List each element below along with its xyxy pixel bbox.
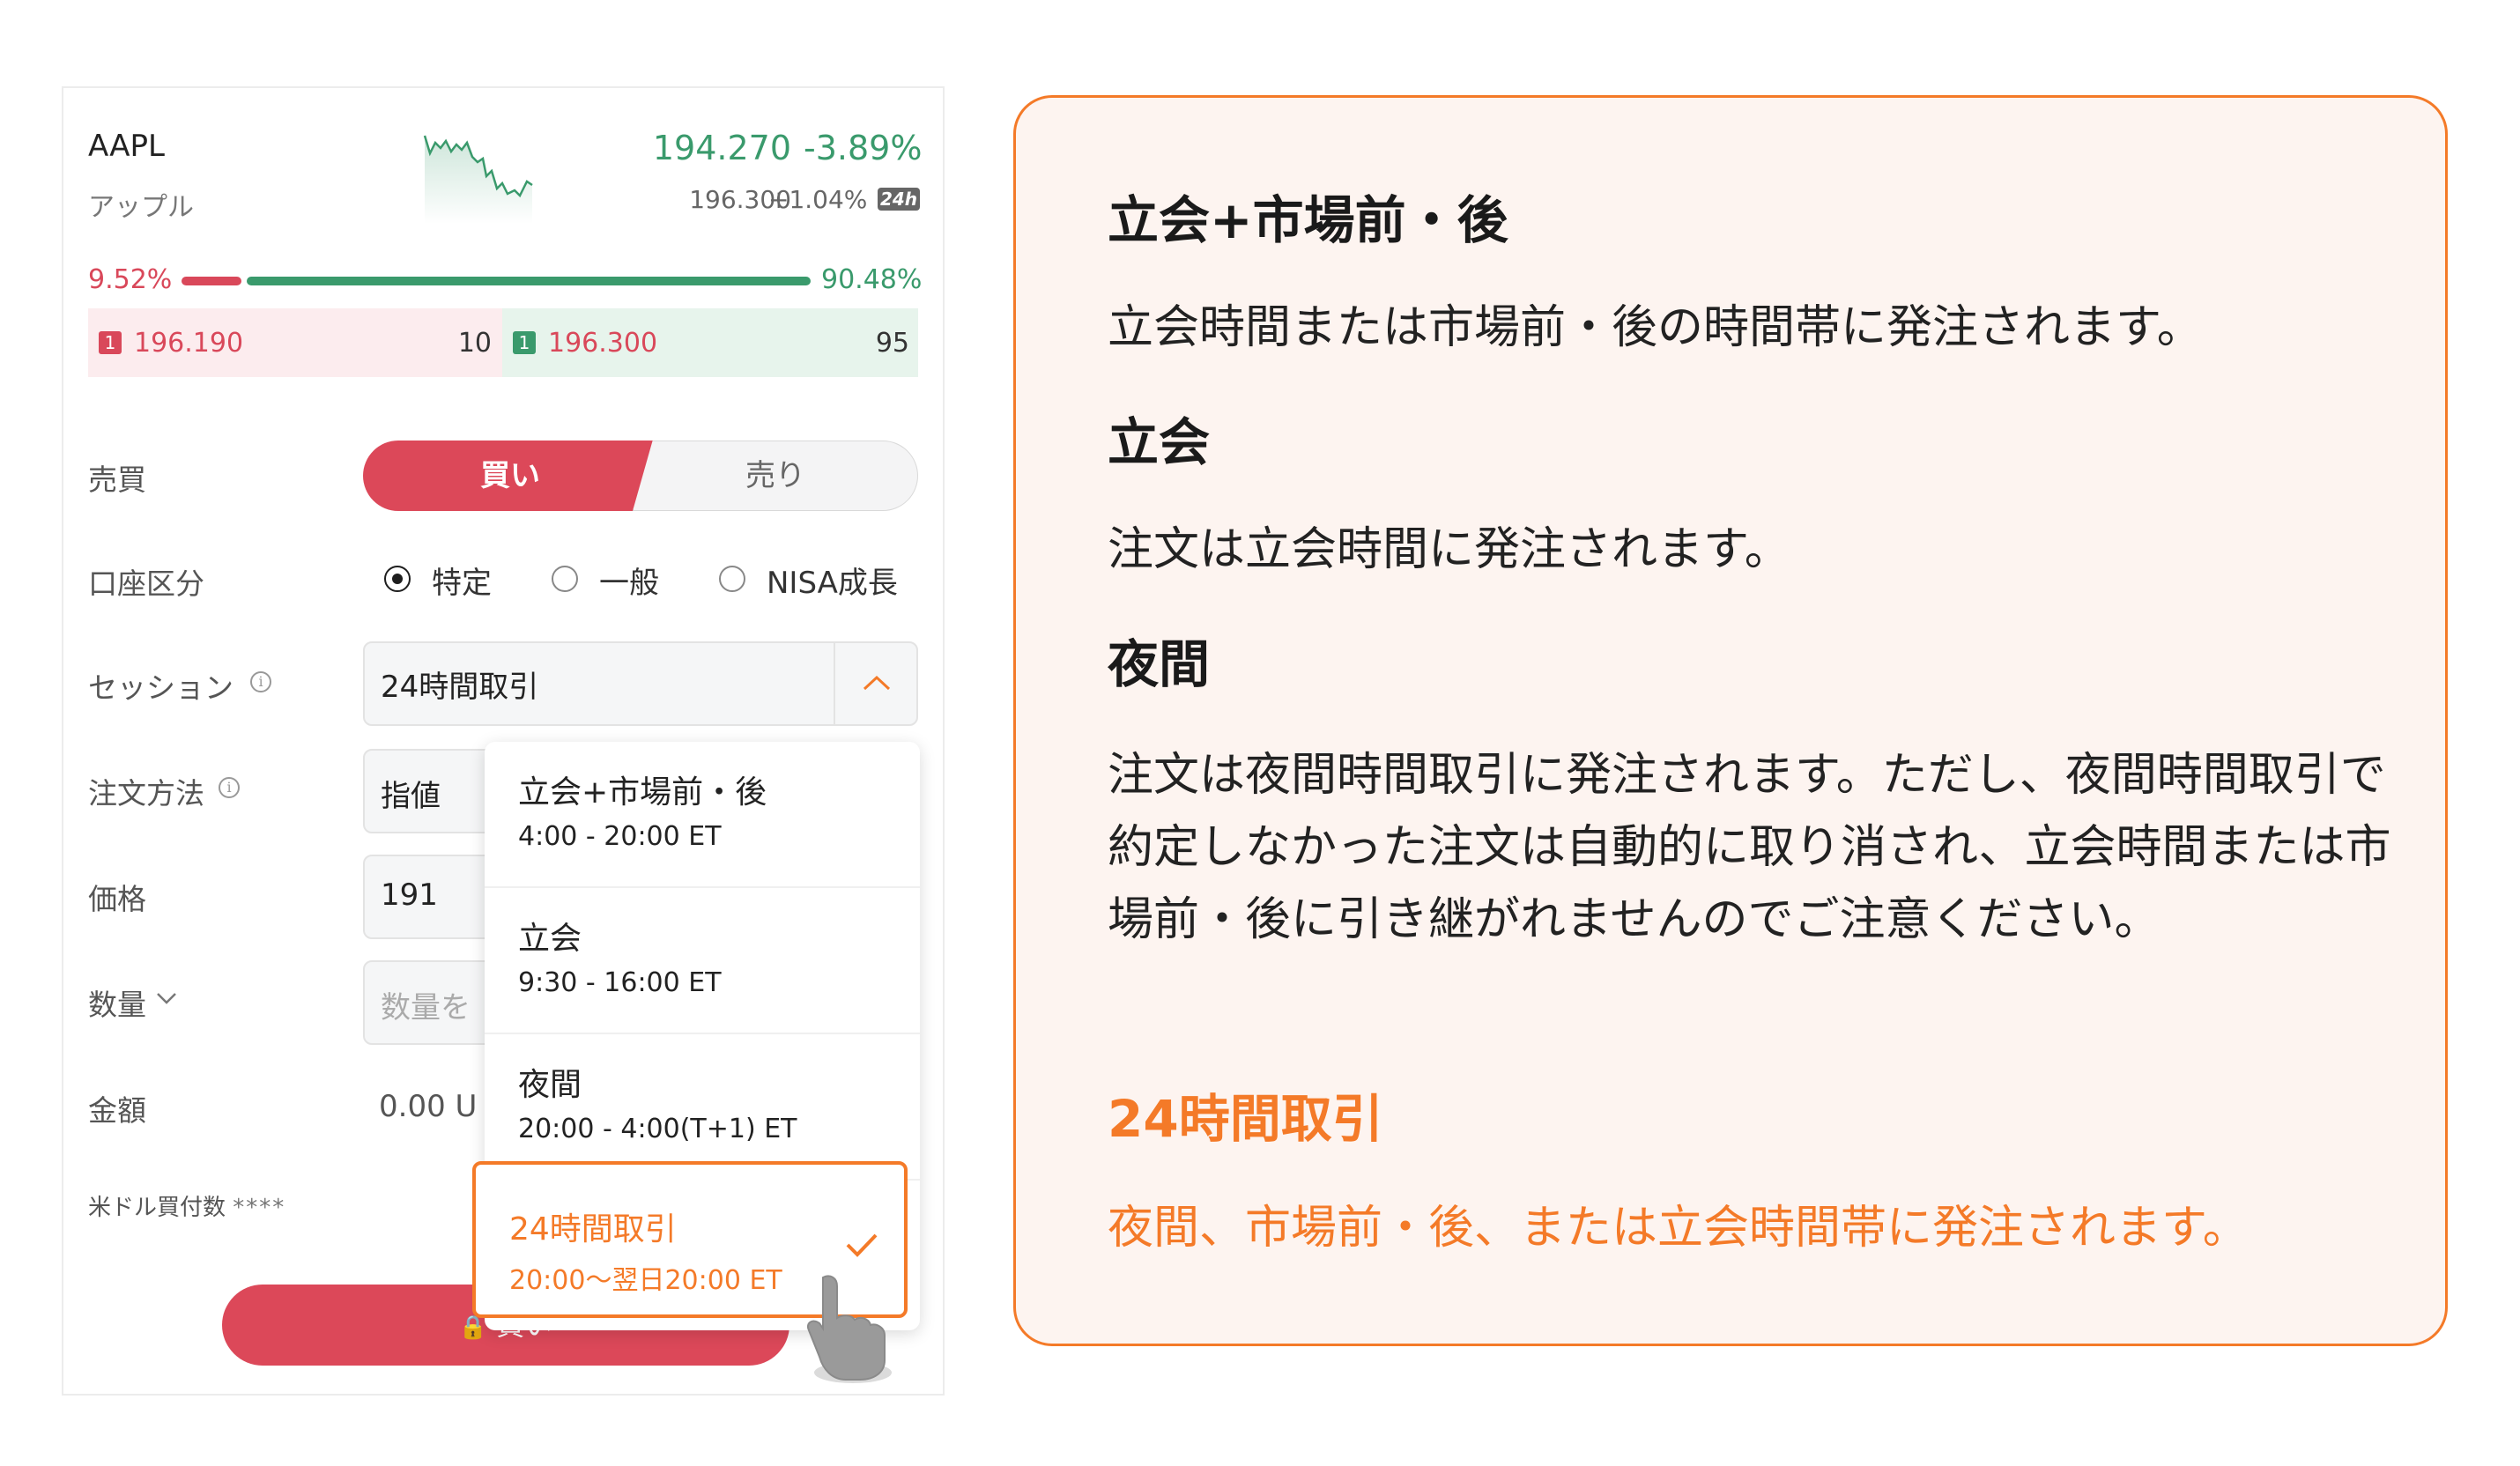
quantity-placeholder: 数量を: [381, 990, 471, 1025]
price-value: 191: [381, 877, 438, 913]
pointer-hand-icon: [807, 1275, 892, 1383]
bid-quantity: 10: [457, 328, 492, 359]
account-ippan-label: 一般: [599, 566, 659, 601]
account-nisa-radio[interactable]: [719, 566, 745, 592]
previous-price: 196.300: [689, 185, 791, 214]
session-option[interactable]: 立会 9:30 - 16:00 ET: [485, 888, 920, 1034]
buy-ratio-bar: [247, 277, 811, 285]
side-label: 売買: [88, 463, 146, 497]
session-option-name: 24時間取引: [509, 1211, 677, 1248]
session-option-time: 4:00 - 20:00 ET: [518, 821, 722, 852]
24h-badge: 24h: [878, 188, 920, 211]
company-name: アップル: [88, 192, 194, 223]
explanation-title: 夜間: [1108, 634, 1211, 694]
account-nisa-label: NISA成長: [767, 566, 898, 601]
bid-price[interactable]: 196.190: [134, 328, 243, 359]
session-option[interactable]: 立会+市場前・後 4:00 - 20:00 ET: [485, 742, 920, 888]
method-value: 指値: [381, 779, 441, 814]
ask-price[interactable]: 196.300: [548, 328, 657, 359]
session-option-name: 夜間: [518, 1067, 582, 1103]
bid-level-badge: 1: [99, 331, 122, 354]
ask-level-badge: 1: [513, 331, 536, 354]
checkmark-icon: [846, 1233, 878, 1257]
quantity-label: 数量: [88, 988, 146, 1022]
explanation-text: 注文は立会時間に発注されます。: [1108, 523, 1790, 576]
account-tokutei-radio[interactable]: [384, 566, 411, 592]
explanation-text: 注文は夜間時間取引に発注されます。ただし、夜間時間取引で約定しなかった注文は自動…: [1108, 749, 2391, 946]
account-label: 口座区分: [88, 566, 204, 601]
session-explanation-box: 立会+市場前・後 立会時間または市場前・後の時間帯に発注されます。 立会 注文は…: [1013, 95, 2448, 1346]
session-info-icon[interactable]: i: [250, 671, 271, 692]
side-toggle: 買い 売り: [363, 441, 918, 511]
sell-ratio-bar: [182, 277, 241, 285]
buy-ratio: 90.48%: [821, 264, 923, 295]
lock-icon: 🔒: [458, 1314, 488, 1341]
session-select-value: 24時間取引: [381, 670, 539, 705]
session-label: セッション: [88, 670, 233, 705]
explanation-text-highlight: 夜間、市場前・後、または立会時間帯に発注されます。: [1108, 1202, 2249, 1255]
session-option-name: 立会: [518, 921, 582, 957]
extended-change-percent: +1.04%: [768, 185, 868, 214]
chevron-down-icon[interactable]: [155, 990, 178, 1006]
price-sparkline: [423, 135, 533, 224]
sell-side-button[interactable]: 売り: [633, 441, 918, 511]
account-ippan-radio[interactable]: [552, 566, 578, 592]
method-info-icon[interactable]: i: [219, 777, 240, 798]
amount-value: 0.00 U: [379, 1089, 478, 1124]
session-option-time: 9:30 - 16:00 ET: [518, 967, 722, 998]
session-option-name: 立会+市場前・後: [518, 774, 767, 811]
ask-quantity: 95: [875, 328, 909, 359]
explanation-title: 立会: [1108, 412, 1211, 472]
explanation-text: 立会時間または市場前・後の時間帯に発注されます。: [1108, 301, 2203, 354]
session-option-time: 20:00〜翌日20:00 ET: [509, 1265, 782, 1296]
account-tokutei-label: 特定: [432, 566, 492, 601]
method-label: 注文方法: [88, 776, 204, 811]
amount-label: 金額: [88, 1093, 146, 1128]
session-option[interactable]: 夜間 20:00 - 4:00(T+1) ET: [485, 1034, 920, 1181]
sell-ratio: 9.52%: [88, 264, 173, 295]
ticker-symbol: AAPL: [88, 129, 165, 164]
explanation-title: 立会+市場前・後: [1108, 190, 1508, 250]
buying-power: 米ドル買付数 ****: [88, 1189, 285, 1222]
buy-side-button[interactable]: 買い: [363, 441, 657, 511]
explanation-title-highlight: 24時間取引: [1108, 1089, 1383, 1149]
session-select[interactable]: 24時間取引: [363, 641, 918, 726]
session-select-toggle[interactable]: [834, 643, 918, 724]
session-option-time: 20:00 - 4:00(T+1) ET: [518, 1114, 797, 1144]
buying-power-label: 米ドル買付数: [88, 1195, 226, 1221]
change-percent: -3.89%: [804, 129, 923, 167]
last-price: 194.270: [652, 129, 791, 167]
buying-power-masked: ****: [233, 1195, 286, 1221]
price-label: 価格: [88, 882, 146, 916]
chevron-up-icon: [863, 675, 891, 691]
